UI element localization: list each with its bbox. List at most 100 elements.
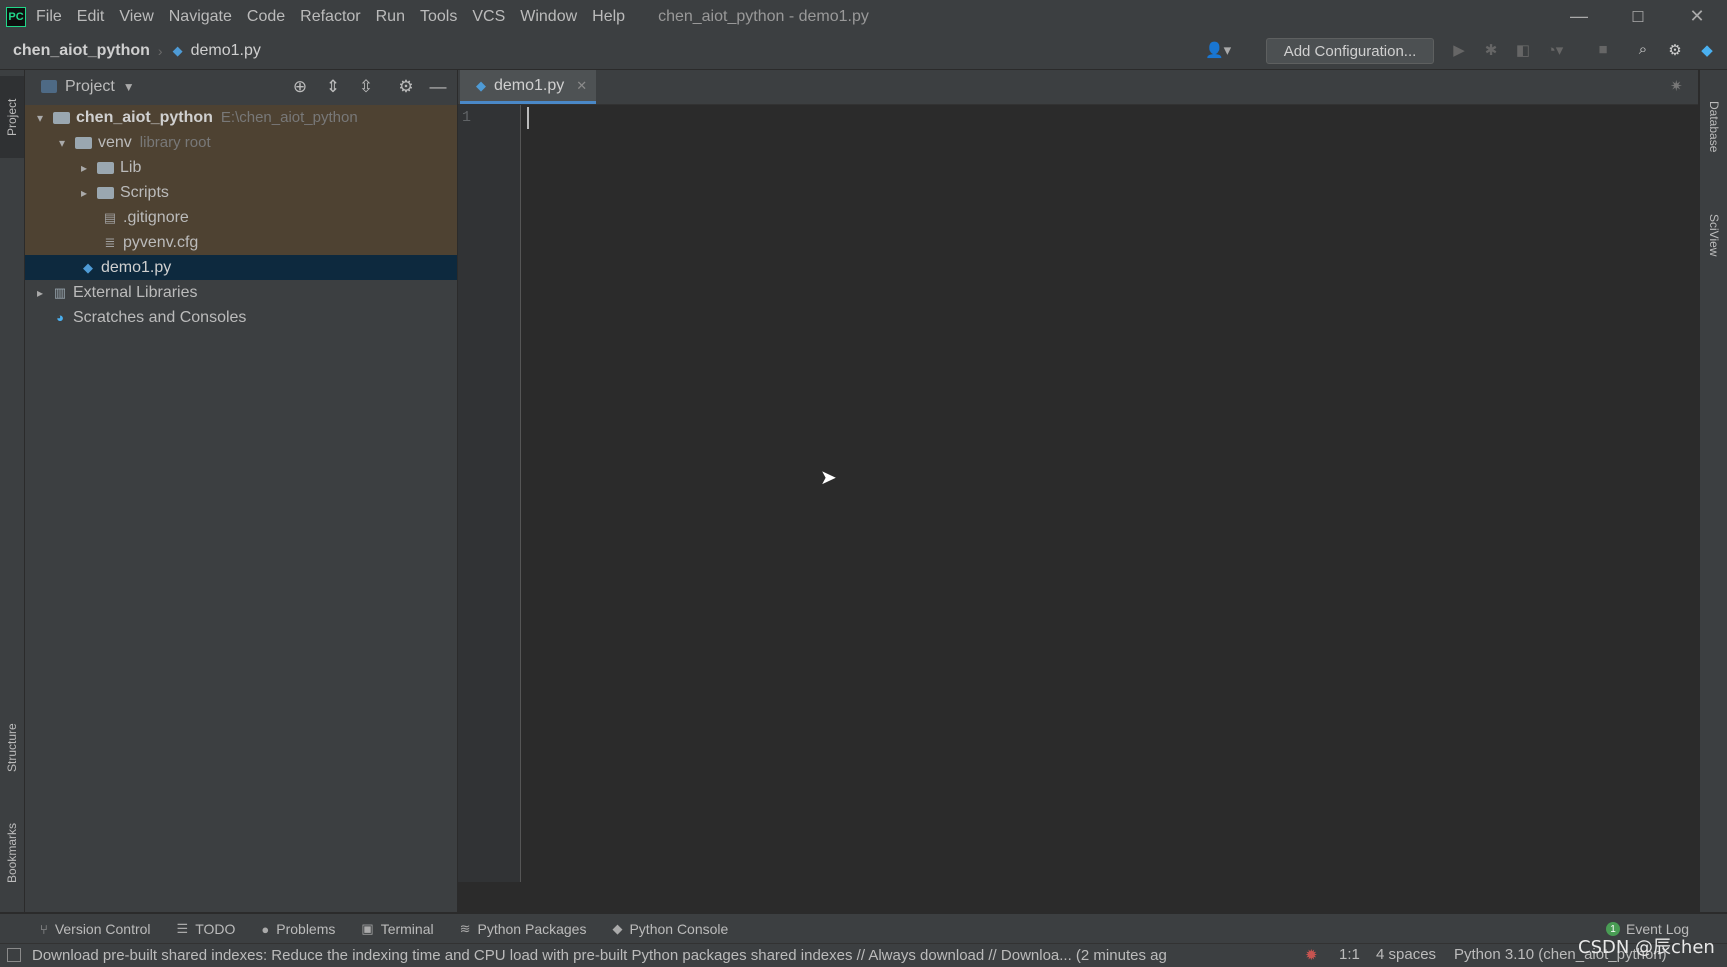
tree-item-lib[interactable]: ▸ Lib xyxy=(25,155,457,180)
title-bar: PC File Edit View Navigate Code Refactor… xyxy=(0,0,1727,33)
maximize-button[interactable]: ☐ xyxy=(1609,0,1667,33)
add-configuration-button[interactable]: Add Configuration... xyxy=(1266,38,1434,64)
menu-window[interactable]: Window xyxy=(520,8,577,26)
expand-arrow-icon[interactable]: ▾ xyxy=(33,111,47,125)
chevron-down-icon[interactable]: ▼ xyxy=(123,80,135,94)
menu-file[interactable]: File xyxy=(36,8,62,26)
tree-item-label: demo1.py xyxy=(101,258,172,276)
collapsed-arrow-icon[interactable]: ▸ xyxy=(33,286,47,300)
library-icon: ▥ xyxy=(53,284,67,300)
menu-run[interactable]: Run xyxy=(376,8,405,26)
tree-item-label: venv xyxy=(98,133,132,151)
menu-navigate[interactable]: Navigate xyxy=(169,8,232,26)
editor-tab-bar: ◆ demo1.py ✕ ✷ xyxy=(458,70,1698,105)
search-icon[interactable]: ⌕ xyxy=(1632,41,1654,63)
menu-tools[interactable]: Tools xyxy=(420,8,457,26)
locate-file-icon[interactable]: ⊕ xyxy=(289,77,311,99)
tool-python-console[interactable]: ◆ Python Console xyxy=(612,921,728,937)
tab-demo1-py[interactable]: ◆ demo1.py ✕ xyxy=(460,70,596,104)
collapsed-arrow-icon[interactable]: ▸ xyxy=(77,186,91,200)
menu-refactor[interactable]: Refactor xyxy=(300,8,360,26)
folder-icon xyxy=(75,136,92,149)
user-account-icon[interactable]: 👤▾ xyxy=(1205,41,1235,61)
status-bar: Download pre-built shared indexes: Reduc… xyxy=(0,943,1727,967)
tab-project[interactable]: Project xyxy=(0,76,24,158)
tree-item-label: chen_aiot_python xyxy=(76,108,213,126)
csdn-watermark: CSDN @辰chen xyxy=(1578,937,1715,958)
tree-item-label: .gitignore xyxy=(123,208,189,226)
text-caret xyxy=(527,107,529,129)
tool-python-packages[interactable]: ≋ Python Packages xyxy=(460,921,587,937)
tab-bookmarks[interactable]: Bookmarks xyxy=(0,805,24,900)
stop-icon[interactable]: ■ xyxy=(1592,41,1614,63)
pycharm-logo-icon: PC xyxy=(6,6,26,27)
tree-item-label: Lib xyxy=(120,158,142,176)
right-tool-strip: Database SciView xyxy=(1699,70,1727,912)
profile-icon[interactable]: ◔▾ xyxy=(1544,41,1566,63)
expand-all-icon[interactable]: ⇕ xyxy=(322,77,344,99)
options-gear-icon[interactable]: ⚙ xyxy=(395,77,417,99)
tree-item-demo1-py[interactable]: ◆ demo1.py xyxy=(25,255,457,280)
tree-item-external-libraries[interactable]: ▸ ▥ External Libraries xyxy=(25,280,457,305)
tree-item-gitignore[interactable]: ▤ .gitignore xyxy=(25,205,457,230)
loading-spinner-icon: ✷ xyxy=(1670,78,1683,95)
tool-todo[interactable]: ☰ TODO xyxy=(177,921,236,937)
debug-icon[interactable]: ✱ xyxy=(1480,41,1502,63)
tool-version-control[interactable]: ⑂ Version Control xyxy=(40,921,151,937)
tool-terminal[interactable]: ▣ Terminal xyxy=(361,921,433,937)
config-file-icon: ≣ xyxy=(104,234,116,250)
expand-arrow-icon[interactable]: ▾ xyxy=(55,136,69,150)
tree-item-label: pyvenv.cfg xyxy=(123,233,199,251)
indent-setting[interactable]: 4 spaces xyxy=(1376,946,1436,963)
tree-item-venv[interactable]: ▾ venv library root xyxy=(25,130,457,155)
close-button[interactable]: ✕ xyxy=(1668,0,1726,33)
project-view-selector[interactable]: Project xyxy=(65,78,115,96)
breadcrumb-file[interactable]: demo1.py xyxy=(191,42,261,60)
collapse-all-icon[interactable]: ⇳ xyxy=(355,77,377,99)
menu-code[interactable]: Code xyxy=(247,8,285,26)
line-number-gutter: 1 xyxy=(458,105,521,882)
project-view-icon xyxy=(41,80,57,93)
layers-icon: ≋ xyxy=(459,921,471,936)
tool-problems[interactable]: ● Problems xyxy=(261,921,335,937)
status-message[interactable]: Download pre-built shared indexes: Reduc… xyxy=(32,947,1272,964)
coverage-icon[interactable]: ◧ xyxy=(1512,41,1534,63)
scratches-icon: ◕ xyxy=(56,309,64,325)
breadcrumb-separator-icon: › xyxy=(157,43,163,59)
tree-item-label: External Libraries xyxy=(73,283,198,301)
branch-icon: ⑂ xyxy=(40,921,48,937)
settings-gear-icon[interactable]: ⚙ xyxy=(1664,41,1686,63)
error-bug-icon[interactable]: ✹ xyxy=(1305,946,1318,964)
python-file-icon: ◆ xyxy=(476,77,486,93)
collapsed-arrow-icon[interactable]: ▸ xyxy=(77,161,91,175)
hide-panel-icon[interactable]: — xyxy=(427,77,449,99)
tool-label: TODO xyxy=(195,921,236,937)
minimize-button[interactable]: — xyxy=(1550,0,1608,33)
left-tool-strip: Project Structure Bookmarks xyxy=(0,70,25,912)
mouse-pointer-icon: ➤ xyxy=(820,467,837,489)
ide-update-icon[interactable]: ◆ xyxy=(1696,41,1718,63)
caret-position[interactable]: 1:1 xyxy=(1339,946,1360,963)
menu-view[interactable]: View xyxy=(119,8,153,26)
line-number: 1 xyxy=(462,109,472,126)
tab-sciview[interactable]: SciView xyxy=(1700,190,1727,280)
tree-item-pyvenv-cfg[interactable]: ≣ pyvenv.cfg xyxy=(25,230,457,255)
tool-label: Python Packages xyxy=(477,921,587,937)
toggle-tool-windows-icon[interactable] xyxy=(7,948,21,962)
tree-item-scripts[interactable]: ▸ Scripts xyxy=(25,180,457,205)
project-panel-header: Project ▼ ⊕ ⇕ ⇳ ⚙ — xyxy=(25,70,457,104)
tab-structure[interactable]: Structure xyxy=(0,700,24,795)
menu-help[interactable]: Help xyxy=(592,8,625,26)
code-editor[interactable] xyxy=(521,105,1698,882)
tree-item-path: E:\chen_aiot_python xyxy=(220,109,358,126)
tree-item-label: Scripts xyxy=(120,183,169,201)
menu-edit[interactable]: Edit xyxy=(77,8,105,26)
tab-label: demo1.py xyxy=(494,76,565,94)
tab-database[interactable]: Database xyxy=(1700,82,1727,172)
menu-vcs[interactable]: VCS xyxy=(472,8,505,26)
breadcrumb-project[interactable]: chen_aiot_python xyxy=(13,42,150,60)
run-icon[interactable]: ▶ xyxy=(1448,41,1470,63)
tree-item-project-root[interactable]: ▾ chen_aiot_python E:\chen_aiot_python xyxy=(25,105,457,130)
close-tab-icon[interactable]: ✕ xyxy=(576,78,587,94)
tree-item-scratches[interactable]: ◕ Scratches and Consoles xyxy=(25,305,457,330)
